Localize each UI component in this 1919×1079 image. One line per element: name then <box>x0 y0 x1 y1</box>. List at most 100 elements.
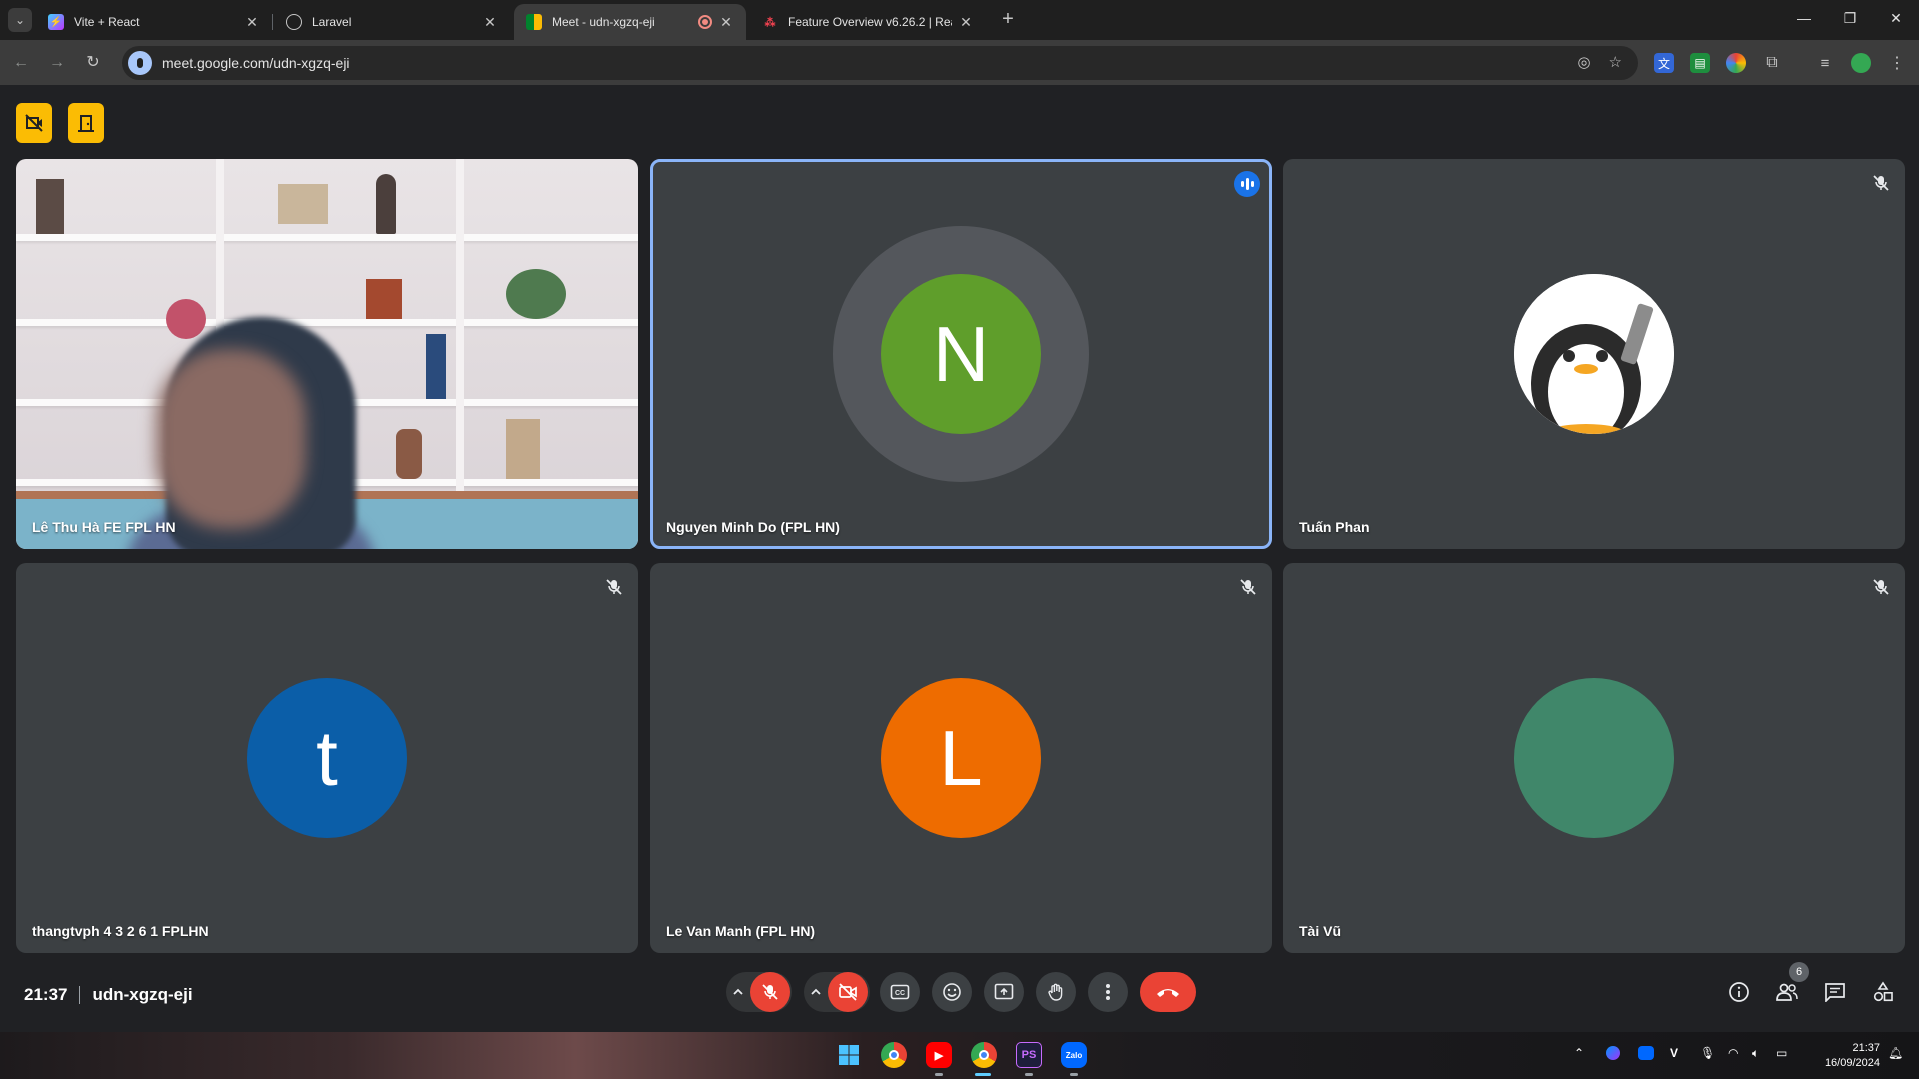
shelf <box>16 319 638 326</box>
restore-icon[interactable]: ❐ <box>1827 0 1873 36</box>
present-screen-icon <box>994 983 1014 1000</box>
present-screen-button[interactable] <box>984 972 1024 1012</box>
companion-mode-button[interactable] <box>68 103 104 143</box>
battery-icon[interactable]: ▭ <box>1776 1046 1787 1060</box>
people-button[interactable] <box>1773 978 1801 1006</box>
close-icon[interactable]: ✕ <box>958 14 974 31</box>
minimize-icon[interactable]: — <box>1781 0 1827 36</box>
leave-call-button[interactable] <box>1140 972 1196 1012</box>
windows-start-icon[interactable] <box>836 1042 862 1068</box>
chrome-icon[interactable] <box>881 1042 907 1068</box>
new-tab-plus-icon[interactable]: + <box>996 8 1020 32</box>
camera-off-icon <box>839 983 857 1001</box>
address-bar[interactable]: meet.google.com/udn-xgzq-eji ◎ ☆ <box>122 46 1638 80</box>
messenger-icon[interactable] <box>1606 1046 1620 1060</box>
hand-icon <box>1048 983 1063 1001</box>
phpstorm-icon[interactable]: PS <box>1016 1042 1042 1068</box>
taskbar-active-indicator <box>975 1073 991 1076</box>
profile-avatar[interactable] <box>1851 53 1871 73</box>
plant <box>506 269 566 319</box>
tab-feature-overview[interactable]: ⁂ Feature Overview v6.26.2 | Reac ✕ <box>750 4 986 40</box>
omnibox-actions: ◎ ☆ <box>1577 53 1622 71</box>
microphone-tray-icon[interactable]: 🎙︎ <box>1700 1046 1715 1060</box>
participant-name: Nguyen Minh Do (FPL HN) <box>666 519 840 535</box>
window-close-icon[interactable]: ✕ <box>1873 0 1919 36</box>
meeting-details-button[interactable] <box>1725 978 1753 1006</box>
close-icon[interactable]: ✕ <box>718 14 734 31</box>
participant-tile[interactable]: L Le Van Manh (FPL HN) <box>650 563 1272 953</box>
tab-search-chevron-icon[interactable]: ⌄ <box>8 8 32 32</box>
vpn-v-icon[interactable]: V <box>1670 1046 1678 1060</box>
book <box>36 179 64 234</box>
activities-button[interactable] <box>1869 978 1897 1006</box>
microphone-in-use-icon[interactable] <box>128 51 152 75</box>
tab-laravel[interactable]: Laravel ✕ <box>274 4 510 40</box>
meeting-time: 21:37 <box>24 985 68 1004</box>
taskbar-clock[interactable]: 21:37 16/09/2024 <box>1810 1041 1880 1071</box>
meeting-details: 21:37 udn-xgzq-eji <box>24 985 193 1005</box>
mic-off-icon <box>1873 175 1889 191</box>
extension-sheets-icon[interactable]: ▤ <box>1690 53 1710 73</box>
react-router-logo-icon: ⁂ <box>764 16 776 29</box>
browser-toolbar: ← → ↻ meet.google.com/udn-xgzq-eji ◎ ☆ 文… <box>0 40 1919 85</box>
notification-bell-icon[interactable]: 🔔︎ <box>1888 1046 1903 1060</box>
microphone-toggle-button[interactable] <box>750 972 790 1012</box>
more-vertical-icon <box>1106 984 1110 1000</box>
eye-off-icon[interactable]: ◎ <box>1577 53 1590 71</box>
lamp <box>166 299 206 339</box>
participant-tile[interactable]: Lê Thu Hà FE FPL HN <box>16 159 638 549</box>
reload-icon[interactable]: ↻ <box>80 50 106 76</box>
mic-off-icon <box>1240 579 1256 595</box>
reactions-button[interactable] <box>932 972 972 1012</box>
avatar <box>1514 678 1674 838</box>
close-icon[interactable]: ✕ <box>244 14 260 31</box>
browser-menu-icon[interactable]: ⋮ <box>1887 53 1907 73</box>
tray-overflow-chevron-icon[interactable]: ⌃ <box>1574 1046 1584 1060</box>
zalo-icon[interactable]: Zalo <box>1061 1042 1087 1068</box>
meet-control-bar: 21:37 udn-xgzq-eji CC 6 <box>0 960 1919 1032</box>
raise-hand-button[interactable] <box>1036 972 1076 1012</box>
penguin-avatar <box>1514 274 1674 434</box>
url-text[interactable]: meet.google.com/udn-xgzq-eji <box>162 55 350 71</box>
avatar: t <box>247 678 407 838</box>
extensions-puzzle-icon[interactable]: ⧉ <box>1762 53 1782 73</box>
chat-button[interactable] <box>1821 978 1849 1006</box>
emoji-icon <box>943 983 961 1001</box>
participant-tile[interactable]: t thangtvph 4 3 2 6 1 FPLHN <box>16 563 638 953</box>
browser-tab-strip: ⌄ ⚡ Vite + React ✕ Laravel ✕ Meet - udn-… <box>0 0 1919 40</box>
participant-name: Lê Thu Hà FE FPL HN <box>32 519 176 535</box>
participant-tile[interactable]: N Nguyen Minh Do (FPL HN) <box>650 159 1272 549</box>
tab-meet[interactable]: Meet - udn-xgzq-eji ✕ <box>514 4 746 40</box>
volume-icon[interactable]: 🔈︎ <box>1752 1046 1759 1061</box>
participant-tile[interactable]: Tuấn Phan <box>1283 159 1905 549</box>
frame <box>366 279 402 319</box>
youtube-icon[interactable]: ▶ <box>926 1042 952 1068</box>
media-controls-icon[interactable]: ≡ <box>1815 53 1835 73</box>
tab-vite-react[interactable]: ⚡ Vite + React ✕ <box>36 4 273 40</box>
wifi-icon[interactable]: ◠ <box>1728 1046 1738 1060</box>
forward-icon[interactable]: → <box>44 50 70 76</box>
hang-up-icon <box>1157 989 1179 997</box>
more-options-button[interactable] <box>1088 972 1128 1012</box>
participant-name: Le Van Manh (FPL HN) <box>666 923 816 939</box>
participant-name: Tuấn Phan <box>1299 519 1370 535</box>
info-icon <box>1729 982 1749 1002</box>
captions-button[interactable]: CC <box>880 972 920 1012</box>
door-icon <box>78 115 94 132</box>
bookmark-star-icon[interactable]: ☆ <box>1609 53 1622 71</box>
shelf-divider <box>456 159 464 499</box>
chrome-profile-icon[interactable] <box>971 1042 997 1068</box>
tab-title: Feature Overview v6.26.2 | Reac <box>788 15 952 29</box>
back-icon[interactable]: ← <box>8 50 34 76</box>
extension-translate-icon[interactable]: 文 <box>1654 53 1674 73</box>
camera-toggle-button[interactable] <box>828 972 868 1012</box>
zalo-tray-icon[interactable] <box>1638 1046 1654 1060</box>
vase <box>376 174 396 234</box>
close-icon[interactable]: ✕ <box>482 14 498 31</box>
recording-off-button[interactable] <box>16 103 52 143</box>
jar <box>506 419 540 479</box>
windows-taskbar: ▶ PS Zalo ⌃ V 🎙︎ ◠ 🔈︎ ▭ 21:37 16/09/2024… <box>0 1032 1919 1079</box>
participant-tile[interactable]: Tài Vũ <box>1283 563 1905 953</box>
avatar: L <box>881 678 1041 838</box>
extension-color-picker-icon[interactable] <box>1726 53 1746 73</box>
